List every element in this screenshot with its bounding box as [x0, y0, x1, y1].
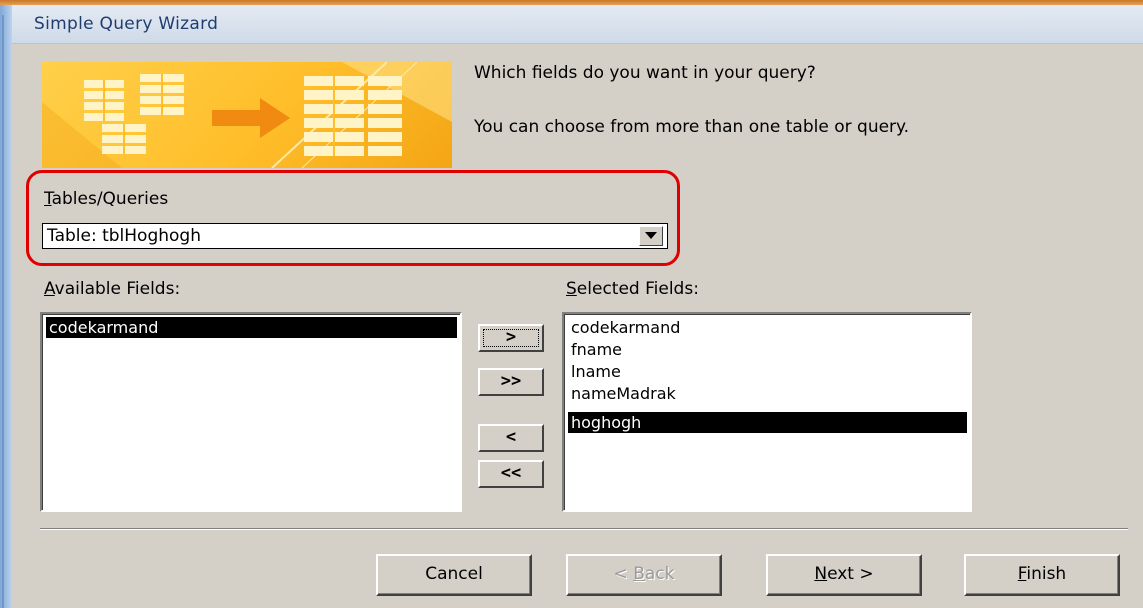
selected-fields-list[interactable]: codekarmand fname lname nameMadrak hogho… — [562, 312, 972, 512]
window-title: Simple Query Wizard — [34, 14, 219, 34]
prompt-question: Which fields do you want in your query? — [474, 63, 816, 83]
divider — [40, 528, 1128, 530]
add-field-button[interactable]: > — [478, 324, 544, 352]
cancel-button[interactable]: Cancel — [376, 554, 532, 596]
chevron-down-icon — [645, 232, 657, 239]
wizard-banner-illustration — [42, 62, 452, 168]
list-item[interactable]: nameMadrak — [568, 383, 967, 404]
table-to-query-icon — [42, 62, 452, 168]
list-item[interactable]: lname — [568, 361, 967, 382]
available-fields-label: Available Fields: — [44, 279, 181, 299]
highlight-outline — [26, 170, 680, 266]
window-left-edge — [0, 5, 12, 608]
list-item[interactable]: hoghogh — [568, 412, 967, 433]
finish-button[interactable]: Finish — [964, 554, 1120, 596]
remove-field-button[interactable]: < — [478, 424, 544, 452]
dropdown-arrow-button[interactable] — [639, 226, 663, 246]
remove-all-fields-button[interactable]: << — [478, 460, 544, 488]
next-button[interactable]: Next > — [766, 554, 922, 596]
list-item[interactable]: codekarmand — [568, 317, 967, 338]
tables-queries-value: Table: tblHoghogh — [47, 226, 201, 246]
selected-fields-label: Selected Fields: — [566, 279, 699, 299]
title-bar: Simple Query Wizard — [12, 5, 1143, 44]
tables-queries-label: Tables/Queries — [44, 189, 169, 209]
available-fields-list[interactable]: codekarmand — [40, 312, 462, 512]
list-item[interactable]: fname — [568, 339, 967, 360]
tables-queries-dropdown[interactable]: Table: tblHoghogh — [42, 223, 668, 249]
back-button[interactable]: < Back — [566, 554, 722, 596]
list-item[interactable]: codekarmand — [46, 317, 457, 338]
add-all-fields-button[interactable]: >> — [478, 368, 544, 396]
prompt-hint: You can choose from more than one table … — [474, 117, 910, 137]
